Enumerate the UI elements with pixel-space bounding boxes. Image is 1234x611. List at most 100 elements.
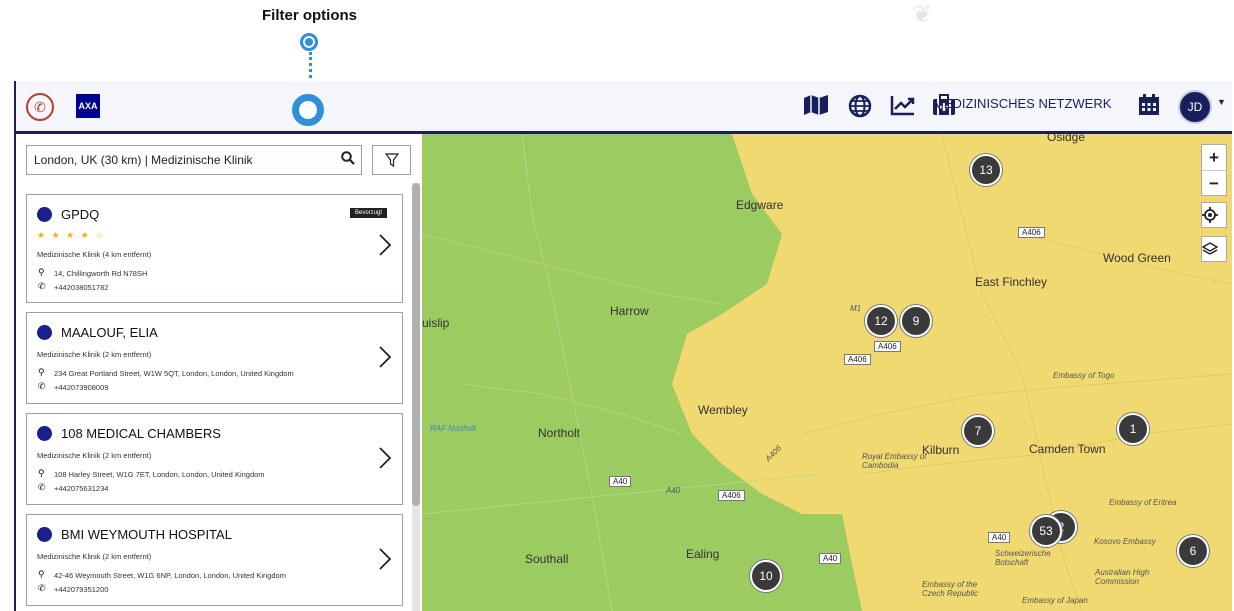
- road-label-a406: A406: [718, 490, 745, 501]
- annotation-dot: [300, 33, 318, 51]
- calendar-icon[interactable]: [1136, 94, 1162, 118]
- chart-icon[interactable]: [890, 94, 916, 118]
- zoom-control: + −: [1201, 144, 1227, 196]
- map-label-embassy-eritrea: Embassy of Eritrea: [1109, 498, 1177, 507]
- location-pin-icon: ⚲: [38, 569, 45, 579]
- map-cluster-marker[interactable]: 53: [1030, 515, 1062, 547]
- map-label-kosovo-embassy: Kosovo Embassy: [1094, 537, 1156, 546]
- map-label-east-finchley: East Finchley: [975, 275, 1048, 289]
- result-card[interactable]: GPDQ Bevorzugt ★ ★ ★ ★ ☆ Medizinische Kl…: [26, 194, 403, 303]
- map-label-edgware: Edgware: [736, 198, 784, 212]
- provider-icon: [37, 207, 52, 222]
- provider-name: BMI WEYMOUTH HOSPITAL: [61, 527, 232, 542]
- provider-type: Medizinische Klinik (2 km entfernt): [37, 552, 152, 561]
- phone-icon[interactable]: ✆: [26, 93, 54, 121]
- map-label-ealing: Ealing: [686, 547, 720, 561]
- map-icon[interactable]: [803, 94, 829, 118]
- map-label-northolt: Northolt: [538, 426, 581, 440]
- phone-icon: ✆: [38, 583, 46, 593]
- map-label-wembley: Wembley: [698, 403, 748, 417]
- provider-type: Medizinische Klinik (2 km entfernt): [37, 451, 152, 460]
- map-label-osidge: Osidge: [1047, 134, 1086, 144]
- map-label-embassy-togo: Embassy of Togo: [1053, 371, 1115, 380]
- map-label-harrow: Harrow: [610, 304, 649, 318]
- search-icon[interactable]: [341, 151, 355, 169]
- map-cluster-marker[interactable]: 10: [750, 560, 782, 592]
- annotation-target-marker: [292, 94, 324, 126]
- location-pin-icon: ⚲: [38, 367, 45, 377]
- phone-icon: ✆: [38, 482, 46, 492]
- result-card[interactable]: 108 MEDICAL CHAMBERS Medizinische Klinik…: [26, 413, 403, 505]
- road-label-a40: A40: [609, 476, 632, 487]
- phone-icon: ✆: [38, 381, 46, 391]
- star-rating: ★ ★ ★ ★ ☆: [37, 230, 106, 240]
- map-view[interactable]: Osidge Edgware Harrow uislip Wembley Nor…: [422, 134, 1232, 611]
- map-label-schweizerische-botschaft: Schweizerische Botschaft: [995, 549, 1051, 567]
- app-window: ✆ AXA MEDIZINISCHES NETZWERK JD ▼ London…: [14, 81, 1232, 611]
- filter-button[interactable]: [372, 145, 411, 175]
- chevron-right-icon[interactable]: [378, 547, 392, 578]
- road-label-a406: A406: [844, 354, 871, 365]
- medical-network-label[interactable]: MEDIZINISCHES NETZWERK: [933, 96, 1111, 111]
- crosshair-icon: [1202, 207, 1218, 223]
- road-label-a40: A40: [666, 486, 681, 495]
- chevron-right-icon[interactable]: [378, 345, 392, 376]
- locate-me-button[interactable]: [1201, 202, 1227, 228]
- map-cluster-marker[interactable]: 1: [1117, 413, 1149, 445]
- zoom-out-button[interactable]: −: [1202, 171, 1226, 196]
- provider-name: GPDQ: [61, 207, 100, 222]
- result-card[interactable]: BMI WEYMOUTH HOSPITAL Medizinische Klini…: [26, 514, 403, 606]
- axa-logo: AXA: [76, 94, 100, 118]
- road-label-a406: A406: [1018, 227, 1045, 238]
- provider-phone: +442079351200: [54, 585, 109, 594]
- result-card[interactable]: MAALOUF, ELIA Medizinische Klinik (2 km …: [26, 312, 403, 404]
- provider-type: Medizinische Klinik (4 km entfernt): [37, 250, 152, 259]
- provider-icon: [37, 527, 52, 542]
- provider-phone: +442073908009: [54, 383, 109, 392]
- zoom-in-button[interactable]: +: [1202, 145, 1226, 171]
- annotation-label: Filter options: [262, 7, 357, 24]
- scrollbar-thumb[interactable]: [412, 183, 420, 506]
- road-label-a40: A40: [819, 553, 842, 564]
- provider-phone: +442075631234: [54, 484, 109, 493]
- map-cluster-marker[interactable]: 6: [1177, 535, 1209, 567]
- map-cluster-marker[interactable]: 13: [970, 154, 1002, 186]
- top-navigation-bar: ✆ AXA MEDIZINISCHES NETZWERK JD ▼: [16, 81, 1232, 134]
- chevron-right-icon[interactable]: [378, 233, 392, 264]
- map-label-southall: Southall: [525, 552, 569, 566]
- results-sidebar: London, UK (30 km) | Medizinische Klinik…: [16, 134, 422, 611]
- map-cluster-marker[interactable]: 12: [865, 305, 897, 337]
- provider-icon: [37, 325, 52, 340]
- globe-icon[interactable]: [847, 94, 873, 118]
- provider-address: 42-46 Weymouth Street, W1G 6NP, London, …: [54, 571, 286, 580]
- user-avatar[interactable]: JD: [1178, 90, 1212, 124]
- map-label-australian-high-commission: Australian High Commission: [1095, 568, 1150, 586]
- search-input[interactable]: London, UK (30 km) | Medizinische Klinik: [26, 145, 362, 175]
- map-label-m1: M1: [850, 304, 862, 313]
- layers-button[interactable]: [1201, 236, 1227, 262]
- map-label-ruislip: uislip: [422, 316, 450, 330]
- map-label-royal-embassy-cambodia: Royal Embassy of Cambodia: [862, 452, 927, 470]
- provider-name: 108 MEDICAL CHAMBERS: [61, 426, 221, 441]
- map-cluster-marker[interactable]: 7: [962, 415, 994, 447]
- preferred-badge: Bevorzugt: [350, 208, 388, 218]
- road-label-a40: A40: [988, 532, 1011, 543]
- provider-icon: [37, 426, 52, 441]
- map-label-camden-town: Camden Town: [1029, 442, 1106, 456]
- provider-address: 108 Harley Street, W1G 7ET, London, Lond…: [54, 470, 265, 479]
- layers-icon: [1202, 242, 1218, 255]
- provider-phone: +442038051782: [54, 283, 109, 292]
- chevron-right-icon[interactable]: [378, 446, 392, 477]
- chevron-down-icon[interactable]: ▼: [1217, 97, 1226, 107]
- road-label-a406: A406: [874, 341, 901, 352]
- search-input-value: London, UK (30 km) | Medizinische Klinik: [34, 153, 253, 167]
- map-cluster-marker[interactable]: 9: [900, 305, 932, 337]
- provider-type: Medizinische Klinik (2 km entfernt): [37, 350, 152, 359]
- decorative-mark: ❦: [912, 1, 933, 28]
- map-label-wood-green: Wood Green: [1103, 251, 1171, 265]
- phone-icon: ✆: [38, 281, 46, 291]
- filter-icon: [384, 153, 399, 168]
- provider-address: 14, Chillingworth Rd N78SH: [54, 269, 148, 278]
- map-label-embassy-czech: Embassy of the Czech Republic: [922, 580, 979, 598]
- location-pin-icon: ⚲: [38, 267, 45, 277]
